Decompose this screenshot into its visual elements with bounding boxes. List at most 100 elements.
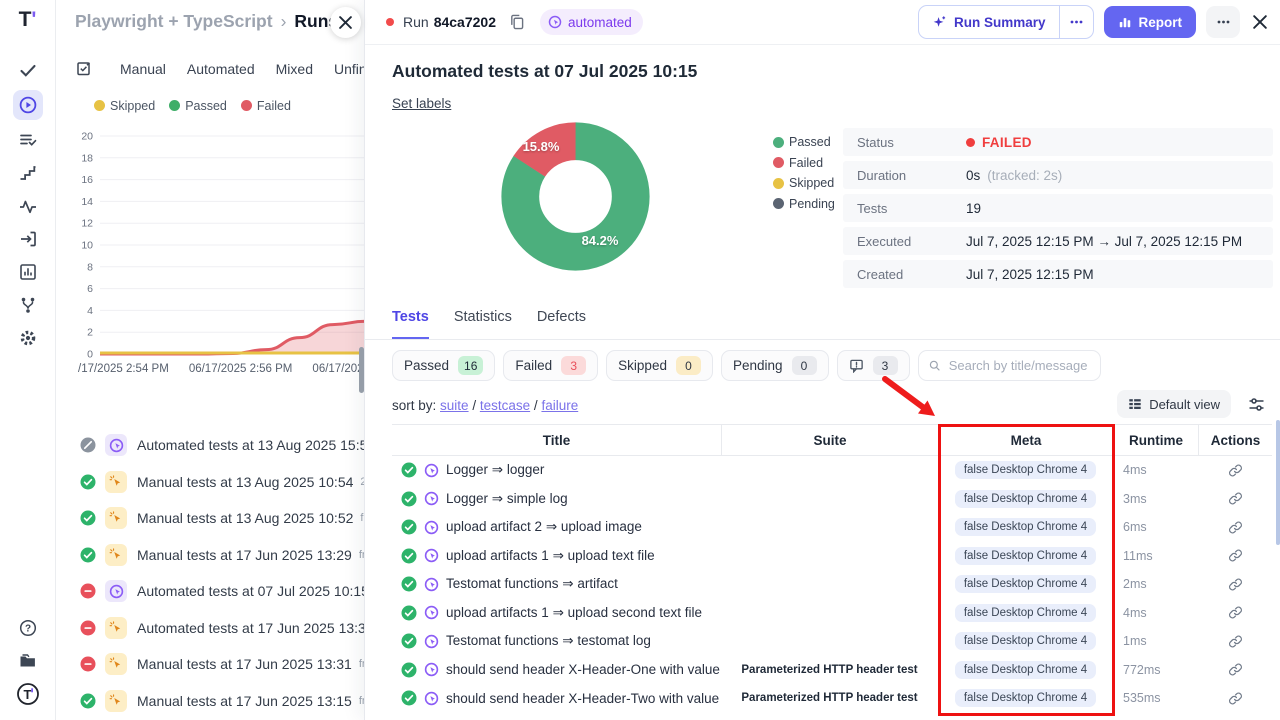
table-row[interactable]: should send header X-Header-One with val… [392, 656, 1272, 685]
test-title[interactable]: Logger ⇒ logger [446, 462, 544, 478]
run-id: 84ca7202 [434, 14, 496, 30]
sidebar-item-test-plans[interactable] [13, 127, 43, 153]
default-view-button[interactable]: Default view [1117, 390, 1231, 418]
filter-comments-button[interactable]: 3 [837, 350, 910, 381]
panel-collapse-button[interactable] [330, 7, 361, 38]
view-settings-button[interactable] [1248, 396, 1265, 413]
sidebar-item-help[interactable]: ? [13, 615, 43, 641]
meta-badge: false Desktop Chrome 4 [955, 689, 1096, 707]
copy-link-button[interactable] [1198, 463, 1272, 478]
table-row[interactable]: upload artifact 2 ⇒ upload image false D… [392, 513, 1272, 542]
test-title[interactable]: should send header X-Header-Two with val… [446, 691, 721, 706]
copy-link-button[interactable] [1198, 691, 1272, 706]
copy-link-button[interactable] [1198, 662, 1272, 677]
clipboard-check-icon[interactable] [75, 60, 93, 78]
list-item[interactable]: Manual tests at 13 Aug 2025 10:52 from [80, 506, 372, 530]
check-circle-icon [401, 633, 417, 649]
legend-failed[interactable]: Failed [241, 99, 291, 113]
column-header-meta[interactable]: Meta [938, 425, 1113, 455]
test-runtime: 3ms [1113, 492, 1198, 506]
sidebar-item-import[interactable] [13, 226, 43, 252]
set-labels-link[interactable]: Set labels [392, 96, 451, 111]
sidebar-item-tasks[interactable] [13, 57, 43, 83]
filter-pending-button[interactable]: Pending0 [721, 350, 829, 381]
sort-by-suite-link[interactable]: suite [440, 398, 469, 413]
test-title[interactable]: Testomat functions ⇒ testomat log [446, 633, 651, 649]
list-item[interactable]: Automated tests at 17 Jun 2025 13:30 [80, 616, 372, 640]
table-row[interactable]: should send header X-Header-Two with val… [392, 684, 1272, 713]
sidebar-item-branches[interactable] [13, 292, 43, 318]
list-item[interactable]: Automated tests at 07 Jul 2025 10:15 [80, 579, 372, 603]
list-item[interactable]: Manual tests at 17 Jun 2025 13:15 from [80, 689, 372, 713]
automated-badge[interactable]: automated [540, 9, 643, 35]
sidebar-item-milestones[interactable] [13, 160, 43, 186]
app-logo[interactable]: T' [0, 8, 55, 32]
filter-passed-button[interactable]: Passed16 [392, 350, 495, 381]
sidebar-item-settings[interactable] [13, 325, 43, 351]
failed-dot-icon [241, 100, 252, 111]
table-row[interactable]: Logger ⇒ logger false Desktop Chrome 4 4… [392, 456, 1272, 485]
table-row[interactable]: Logger ⇒ simple log false Desktop Chrome… [392, 485, 1272, 514]
list-item[interactable]: Manual tests at 17 Jun 2025 13:29 from [80, 543, 372, 567]
copy-link-button[interactable] [1198, 548, 1272, 563]
column-header-title[interactable]: Title [392, 425, 721, 455]
sidebar-item-docs[interactable] [13, 648, 43, 674]
column-header-runtime[interactable]: Runtime [1113, 425, 1198, 455]
tab-mixed[interactable]: Mixed [276, 61, 313, 77]
panel-scrollbar[interactable] [1276, 420, 1280, 545]
copy-link-button[interactable] [1198, 577, 1272, 592]
list-item[interactable]: Automated tests at 13 Aug 2025 15:53 [80, 433, 372, 457]
test-title[interactable]: should send header X-Header-One with val… [446, 662, 721, 677]
sidebar-item-runs[interactable] [13, 90, 43, 120]
column-header-actions[interactable]: Actions [1198, 425, 1272, 455]
copy-link-button[interactable] [1198, 520, 1272, 535]
run-summary-button[interactable]: Run Summary [919, 6, 1059, 38]
copy-link-button[interactable] [1198, 634, 1272, 649]
pending-dot-icon [773, 198, 784, 209]
tab-statistics[interactable]: Statistics [454, 309, 512, 339]
table-row[interactable]: Testomat functions ⇒ testomat log false … [392, 627, 1272, 656]
sidebar-item-analytics[interactable] [13, 259, 43, 285]
tab-tests[interactable]: Tests [392, 309, 429, 339]
legend-skipped[interactable]: Skipped [94, 99, 155, 113]
table-row[interactable]: Testomat functions ⇒ artifact false Desk… [392, 570, 1272, 599]
search-input[interactable] [947, 357, 1090, 374]
tab-automated[interactable]: Automated [187, 61, 255, 77]
left-page-scrollbar[interactable] [359, 347, 364, 393]
legend-passed[interactable]: Passed [169, 99, 227, 113]
bar-chart-box-icon [18, 262, 38, 282]
result-filters: Passed16 Failed3 Skipped0 Pending0 3 [392, 350, 1101, 381]
test-title[interactable]: upload artifacts 1 ⇒ upload second text … [446, 605, 702, 621]
panel-close-button[interactable] [1253, 15, 1267, 29]
sort-by-testcase-link[interactable]: testcase [480, 398, 530, 413]
panel-more-button[interactable] [1206, 6, 1240, 38]
table-row[interactable]: upload artifacts 1 ⇒ upload second text … [392, 599, 1272, 628]
test-title[interactable]: Testomat functions ⇒ artifact [446, 576, 618, 592]
run-summary-more-button[interactable] [1060, 6, 1093, 38]
sort-by-failure-link[interactable]: failure [541, 398, 578, 413]
filter-skipped-button[interactable]: Skipped0 [606, 350, 713, 381]
copy-link-button[interactable] [1198, 605, 1272, 620]
help-icon: ? [18, 618, 38, 638]
list-item[interactable]: Manual tests at 13 Aug 2025 10:54 2 [80, 470, 372, 494]
profile-avatar[interactable]: T [13, 681, 43, 707]
filter-failed-button[interactable]: Failed3 [503, 350, 598, 381]
automated-run-icon [424, 463, 439, 478]
column-header-suite[interactable]: Suite [721, 425, 938, 455]
test-title[interactable]: Logger ⇒ simple log [446, 491, 568, 507]
meta-badge: false Desktop Chrome 4 [955, 518, 1096, 536]
list-item[interactable]: Manual tests at 17 Jun 2025 13:31 from [80, 652, 372, 676]
sidebar-item-activity[interactable] [13, 193, 43, 219]
play-circle-icon [18, 95, 38, 115]
copy-run-id-button[interactable] [509, 14, 524, 30]
tab-manual[interactable]: Manual [120, 61, 166, 77]
tab-defects[interactable]: Defects [537, 309, 586, 339]
status-failed-icon [80, 583, 96, 599]
table-row[interactable]: upload artifacts 1 ⇒ upload text file fa… [392, 542, 1272, 571]
test-title[interactable]: upload artifact 2 ⇒ upload image [446, 519, 642, 535]
test-title[interactable]: upload artifacts 1 ⇒ upload text file [446, 548, 655, 564]
copy-link-button[interactable] [1198, 491, 1272, 506]
report-button[interactable]: Report [1104, 6, 1197, 38]
trend-legend: Skipped Passed Failed [94, 99, 370, 113]
breadcrumb-project[interactable]: Playwright + TypeScript [75, 11, 273, 31]
